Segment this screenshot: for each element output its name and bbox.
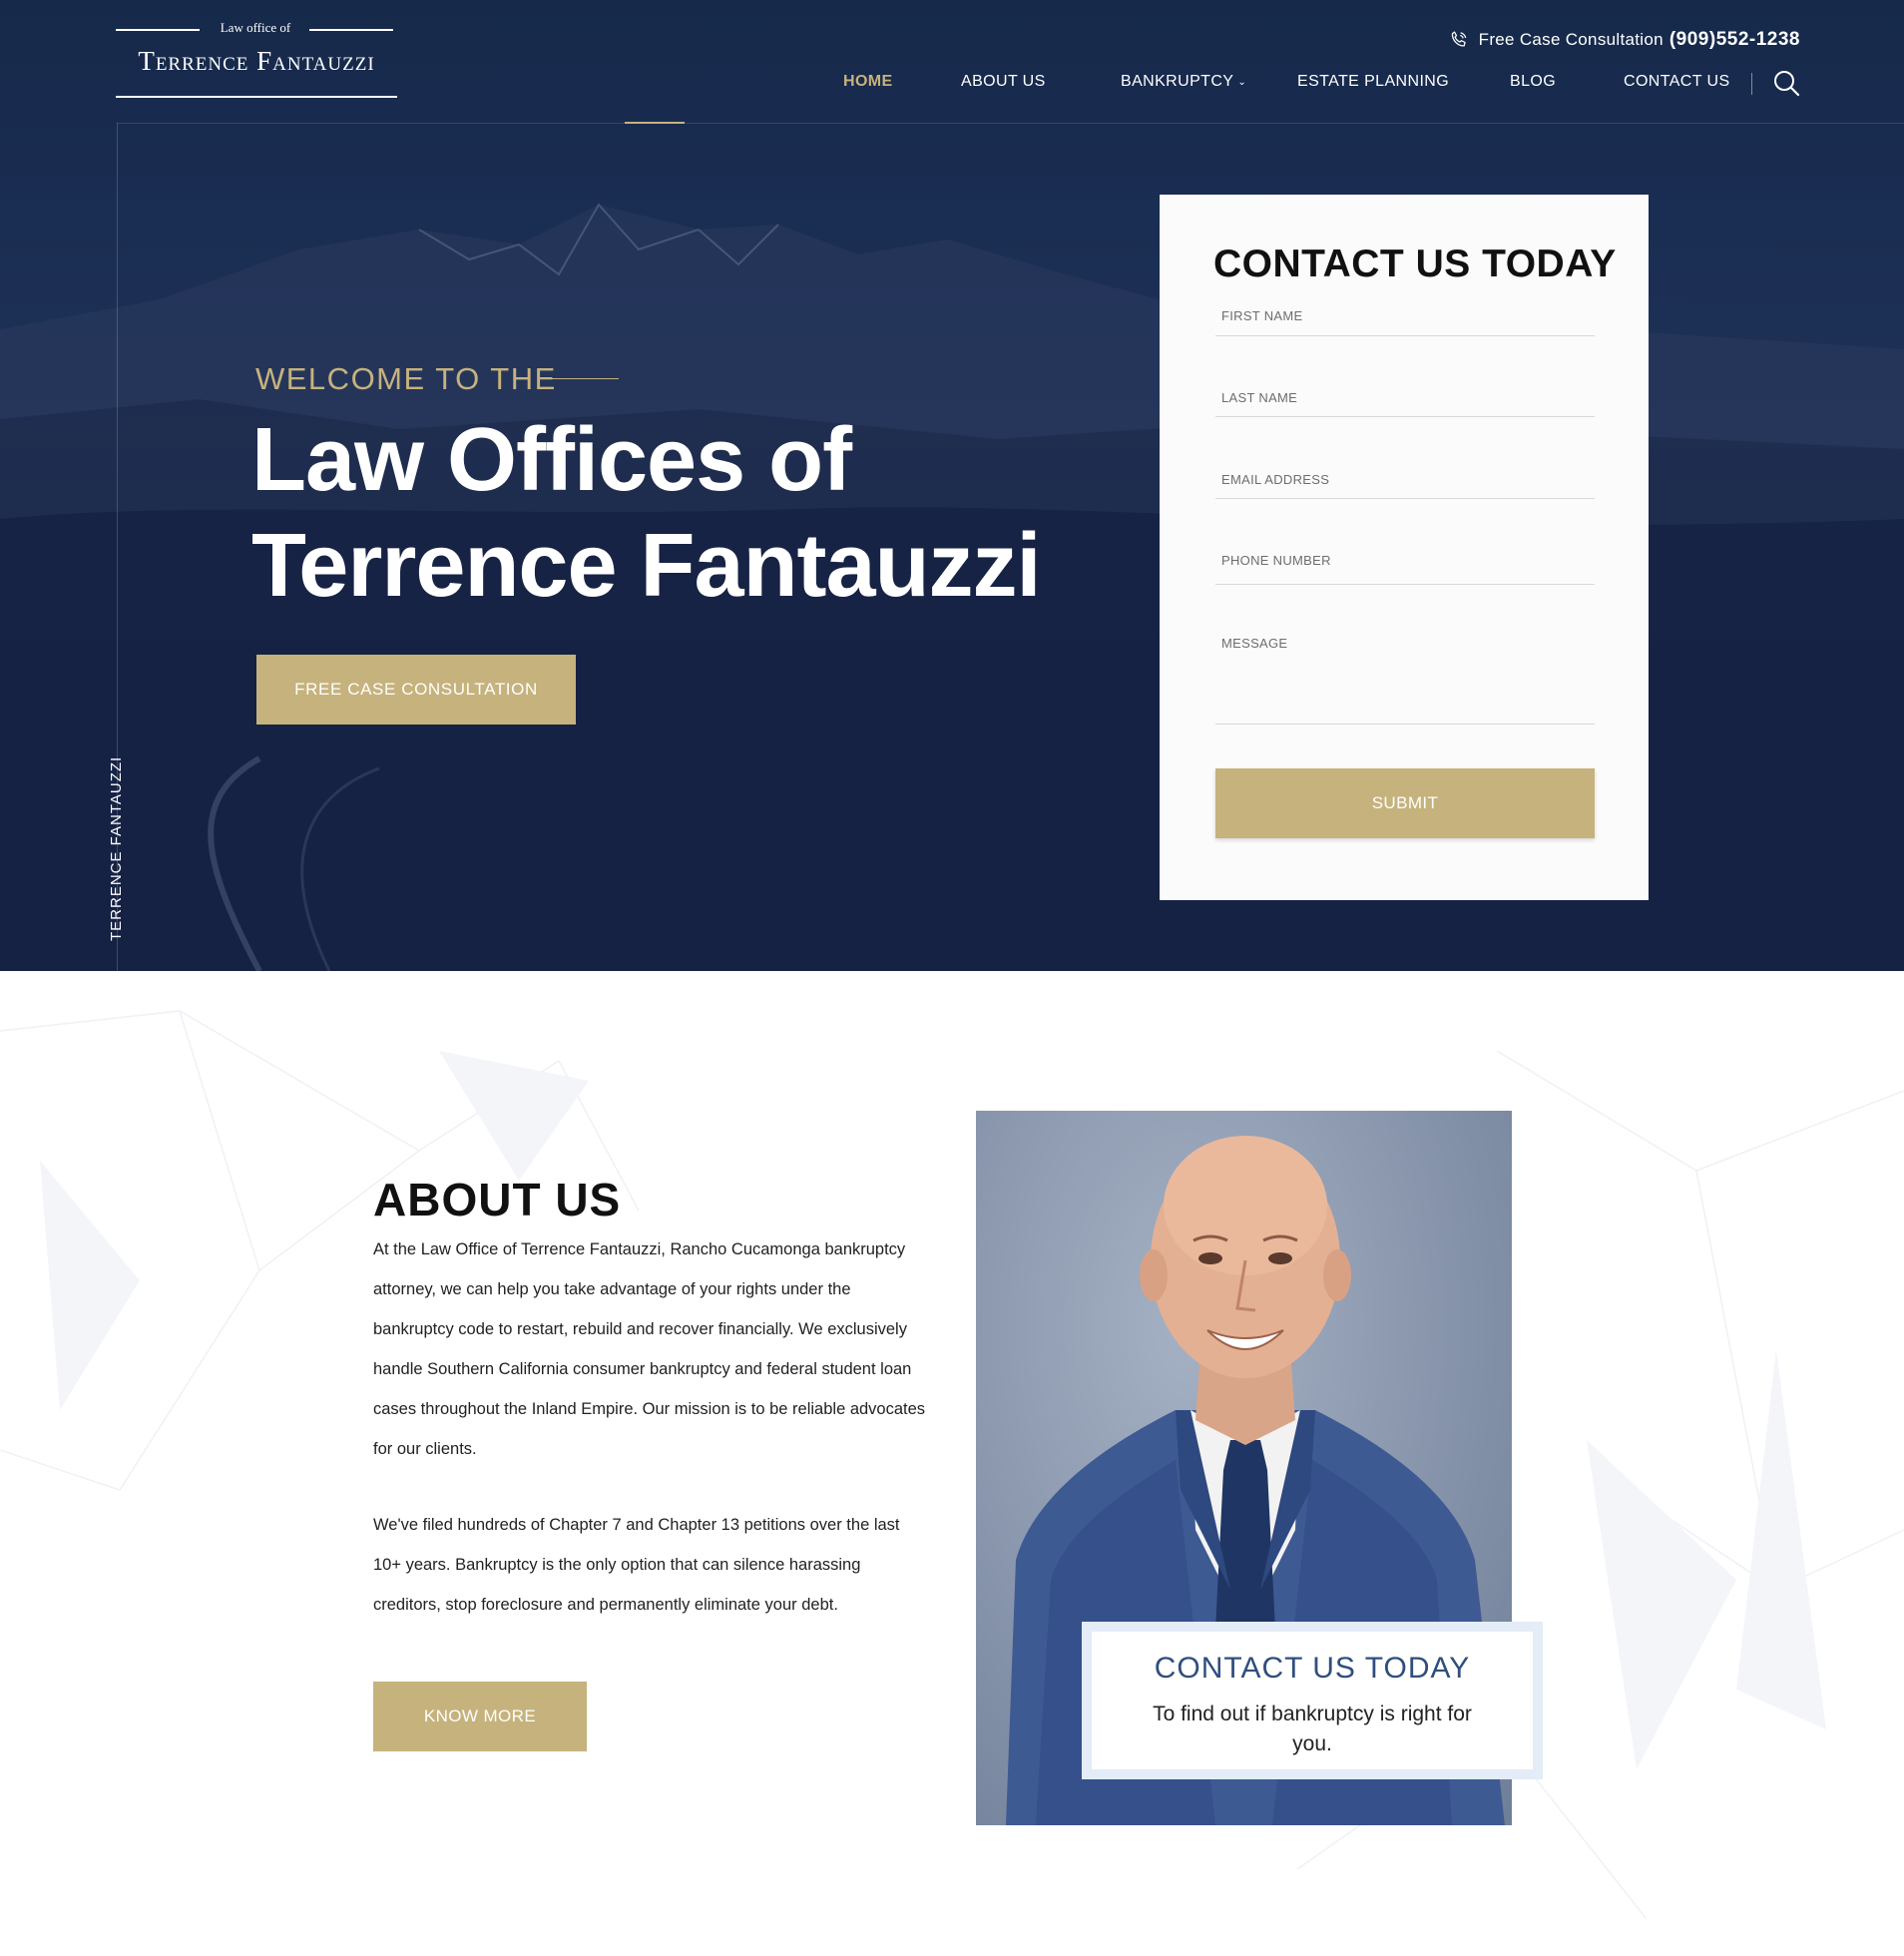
about-paragraph-1: At the Law Office of Terrence Fantauzzi,… <box>373 1240 926 1458</box>
phone-field[interactable]: PHONE NUMBER <box>1215 548 1595 585</box>
nav-contact-us[interactable]: CONTACT US <box>1624 73 1730 91</box>
message-placeholder: MESSAGE <box>1221 636 1288 651</box>
form-title: CONTACT US TODAY <box>1213 243 1617 285</box>
nav-blog[interactable]: BLOG <box>1510 73 1556 91</box>
logo-rule <box>309 29 393 31</box>
nav-divider <box>1751 73 1752 95</box>
know-more-button[interactable]: KNOW MORE <box>373 1682 587 1751</box>
top-contact-bar[interactable]: Free Case Consultation (909)552-1238 <box>1449 26 1800 54</box>
phone-number-link[interactable]: (909)552-1238 <box>1669 29 1800 51</box>
nav-active-indicator <box>625 122 685 124</box>
first-name-placeholder: FIRST NAME <box>1221 308 1303 323</box>
contact-callout-card[interactable]: CONTACT US TODAY To find out if bankrupt… <box>1082 1622 1543 1779</box>
submit-button[interactable]: SUBMIT <box>1215 768 1595 838</box>
about-paragraph-2: We've filed hundreds of Chapter 7 and Ch… <box>373 1516 900 1614</box>
vertical-brand-text: TERRENCE FANTAUZZI <box>108 755 125 941</box>
nav-estate-planning[interactable]: ESTATE PLANNING <box>1297 73 1449 91</box>
callout-title: CONTACT US TODAY <box>1154 1652 1471 1685</box>
last-name-field[interactable]: LAST NAME <box>1215 384 1595 417</box>
last-name-placeholder: LAST NAME <box>1221 390 1298 405</box>
free-consultation-button[interactable]: FREE CASE CONSULTATION <box>256 655 576 725</box>
hero-frame-line <box>117 123 1904 124</box>
first-name-field[interactable]: FIRST NAME <box>1215 302 1595 336</box>
nav-about-us[interactable]: ABOUT US <box>961 73 1046 91</box>
search-icon[interactable] <box>1772 69 1800 97</box>
hero-title-line2: Terrence Fantauzzi <box>251 516 1042 616</box>
hero-welcome-text: WELCOME TO THE <box>255 361 557 396</box>
hero-title: Law Offices of Terrence Fantauzzi <box>251 407 1150 619</box>
email-field[interactable]: EMAIL ADDRESS <box>1215 466 1595 499</box>
about-title: ABOUT US <box>373 1174 622 1225</box>
main-navigation: HOME ABOUT US BANKRUPTCY ⌄ ESTATE PLANNIN… <box>0 71 1904 97</box>
logo-rule <box>116 29 200 31</box>
phone-icon <box>1451 31 1466 47</box>
message-field[interactable]: MESSAGE <box>1215 632 1595 725</box>
welcome-rule <box>540 378 619 379</box>
nav-bankruptcy[interactable]: BANKRUPTCY ⌄ <box>1121 73 1246 91</box>
about-section: ABOUT US At the Law Office of Terrence F… <box>0 971 1904 1956</box>
hero-section: Law office of Terrence Fantauzzi Free Ca… <box>0 0 1904 971</box>
contact-form: CONTACT US TODAY FIRST NAME LAST NAME EM… <box>1160 195 1649 900</box>
about-background-pattern <box>0 1010 1904 1920</box>
nav-bankruptcy-label: BANKRUPTCY <box>1121 73 1234 90</box>
consultation-label: Free Case Consultation <box>1478 30 1664 49</box>
phone-placeholder: PHONE NUMBER <box>1221 553 1331 568</box>
callout-subtitle: To find out if bankruptcy is right for y… <box>1153 1703 1472 1755</box>
logo-subtitle: Law office of <box>220 20 291 35</box>
chevron-down-icon: ⌄ <box>1237 77 1247 88</box>
nav-home[interactable]: HOME <box>843 73 893 91</box>
hero-title-line1: Law Offices of <box>251 410 852 510</box>
email-placeholder: EMAIL ADDRESS <box>1221 472 1330 487</box>
